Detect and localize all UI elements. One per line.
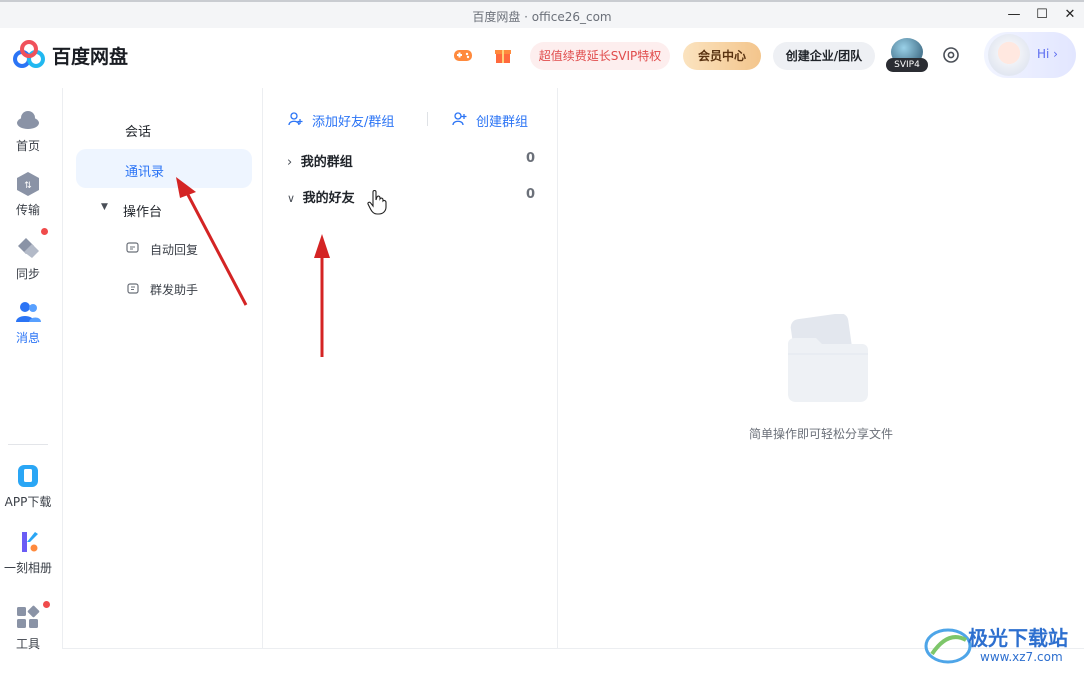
left-nav: 首页 ⇅ 传输 同步 消息 APP下载 一刻相册 工具 xyxy=(0,88,56,674)
add-friend-icon xyxy=(288,112,303,126)
nav-tools[interactable]: 工具 xyxy=(0,601,56,652)
nav-home-label: 首页 xyxy=(15,139,40,153)
chevron-right-icon: › xyxy=(287,155,293,170)
nav-album[interactable]: 一刻相册 xyxy=(0,528,56,576)
minimize-button[interactable]: — xyxy=(1003,6,1025,24)
empty-state: 简单操作即可轻松分享文件 xyxy=(558,88,1084,648)
close-button[interactable]: ✕ xyxy=(1059,6,1081,24)
settings-icon[interactable] xyxy=(941,45,961,65)
nav-tools-label: 工具 xyxy=(15,637,40,651)
tools-icon xyxy=(17,605,40,628)
svg-text:⇅: ⇅ xyxy=(24,181,32,191)
header: 百度网盘 超值续费延长SVIP特权 会员中心 创建企业/团队 SVIP4 Hi … xyxy=(0,28,1084,84)
empty-state-text: 简单操作即可轻松分享文件 xyxy=(748,427,893,441)
chevron-down-icon: ∨ xyxy=(287,192,296,205)
group-send-icon xyxy=(127,283,139,294)
nav-home[interactable]: 首页 xyxy=(0,106,56,154)
gift-icon[interactable] xyxy=(493,45,513,65)
nav-divider xyxy=(8,444,48,445)
app-window: 百度网盘 · office26_com — ☐ ✕ 百度网盘 超值续费延长SVI… xyxy=(0,0,1084,674)
contacts-panel: 添加好友/群组 创建群组 › 我的群组 0 ∨ 我的好友 0 xyxy=(263,88,558,648)
sidebar-item-workbench[interactable]: 操作台 xyxy=(123,201,162,220)
message-icon xyxy=(16,302,41,322)
sync-icon xyxy=(18,238,39,258)
sidebar-item-contacts[interactable]: 通讯录 xyxy=(125,161,164,180)
action-divider xyxy=(427,112,428,126)
title-bar: 百度网盘 · office26_com — ☐ ✕ xyxy=(0,0,1084,28)
caret-down-icon[interactable]: ▼ xyxy=(101,202,108,212)
my-groups-label: 我的群组 xyxy=(300,155,353,170)
my-friends-label: 我的好友 xyxy=(302,191,355,206)
baidu-netdisk-logo-icon xyxy=(13,40,45,68)
nav-sync-label: 同步 xyxy=(15,267,40,281)
nav-message-label: 消息 xyxy=(15,331,40,345)
transfer-icon: ⇅ xyxy=(17,172,39,196)
my-groups-row[interactable]: › 我的群组 0 xyxy=(287,151,535,170)
hand-cursor-icon xyxy=(367,189,387,215)
nav-app-download-label: APP下载 xyxy=(4,495,52,509)
user-profile[interactable]: Hi › xyxy=(984,32,1076,78)
game-icon[interactable] xyxy=(453,45,473,65)
greeting: Hi › xyxy=(1037,47,1058,61)
album-icon xyxy=(22,532,38,552)
create-enterprise-button[interactable]: 创建企业/团队 xyxy=(773,42,875,70)
nav-sync[interactable]: 同步 xyxy=(0,228,56,282)
svip-promo-button[interactable]: 超值续费延长SVIP特权 xyxy=(530,42,670,70)
svip-level-text: SVIP4 xyxy=(886,58,928,72)
nav-transfer[interactable]: ⇅ 传输 xyxy=(0,170,56,218)
create-group-link[interactable]: 创建群组 xyxy=(476,111,528,130)
phone-icon xyxy=(18,465,38,487)
sidebar-item-chat[interactable]: 会话 xyxy=(125,121,151,140)
my-friends-count: 0 xyxy=(525,187,535,202)
sidebar-item-auto-reply[interactable]: 自动回复 xyxy=(150,241,198,258)
nav-app-download[interactable]: APP下载 xyxy=(0,462,56,510)
maximize-button[interactable]: ☐ xyxy=(1031,6,1053,24)
brand-name: 百度网盘 xyxy=(52,46,129,68)
tools-notification-dot xyxy=(43,601,50,608)
create-group-icon xyxy=(452,112,467,126)
message-sidebar: 会话 通讯录 ▼ 操作台 自动回复 群发助手 xyxy=(62,88,263,648)
my-groups-count: 0 xyxy=(525,151,535,166)
svip-level-badge[interactable]: SVIP4 xyxy=(886,38,928,74)
vip-center-button[interactable]: 会员中心 xyxy=(683,42,761,70)
add-friend-group-link[interactable]: 添加好友/群组 xyxy=(312,111,394,130)
cloud-icon xyxy=(17,111,39,129)
sync-notification-dot xyxy=(41,228,48,235)
avatar xyxy=(988,34,1030,76)
nav-album-label: 一刻相册 xyxy=(3,561,52,575)
auto-reply-icon xyxy=(126,242,139,253)
empty-folder-icon xyxy=(788,314,868,402)
window-title: 百度网盘 · office26_com xyxy=(472,10,612,24)
watermark-url: www.xz7.com xyxy=(980,650,1063,664)
sidebar-item-group-send[interactable]: 群发助手 xyxy=(150,281,198,298)
my-friends-row[interactable]: ∨ 我的好友 0 xyxy=(287,187,535,206)
nav-message[interactable]: 消息 xyxy=(0,298,56,346)
nav-transfer-label: 传输 xyxy=(15,203,40,217)
watermark-name: 极光下载站 xyxy=(968,626,1068,650)
